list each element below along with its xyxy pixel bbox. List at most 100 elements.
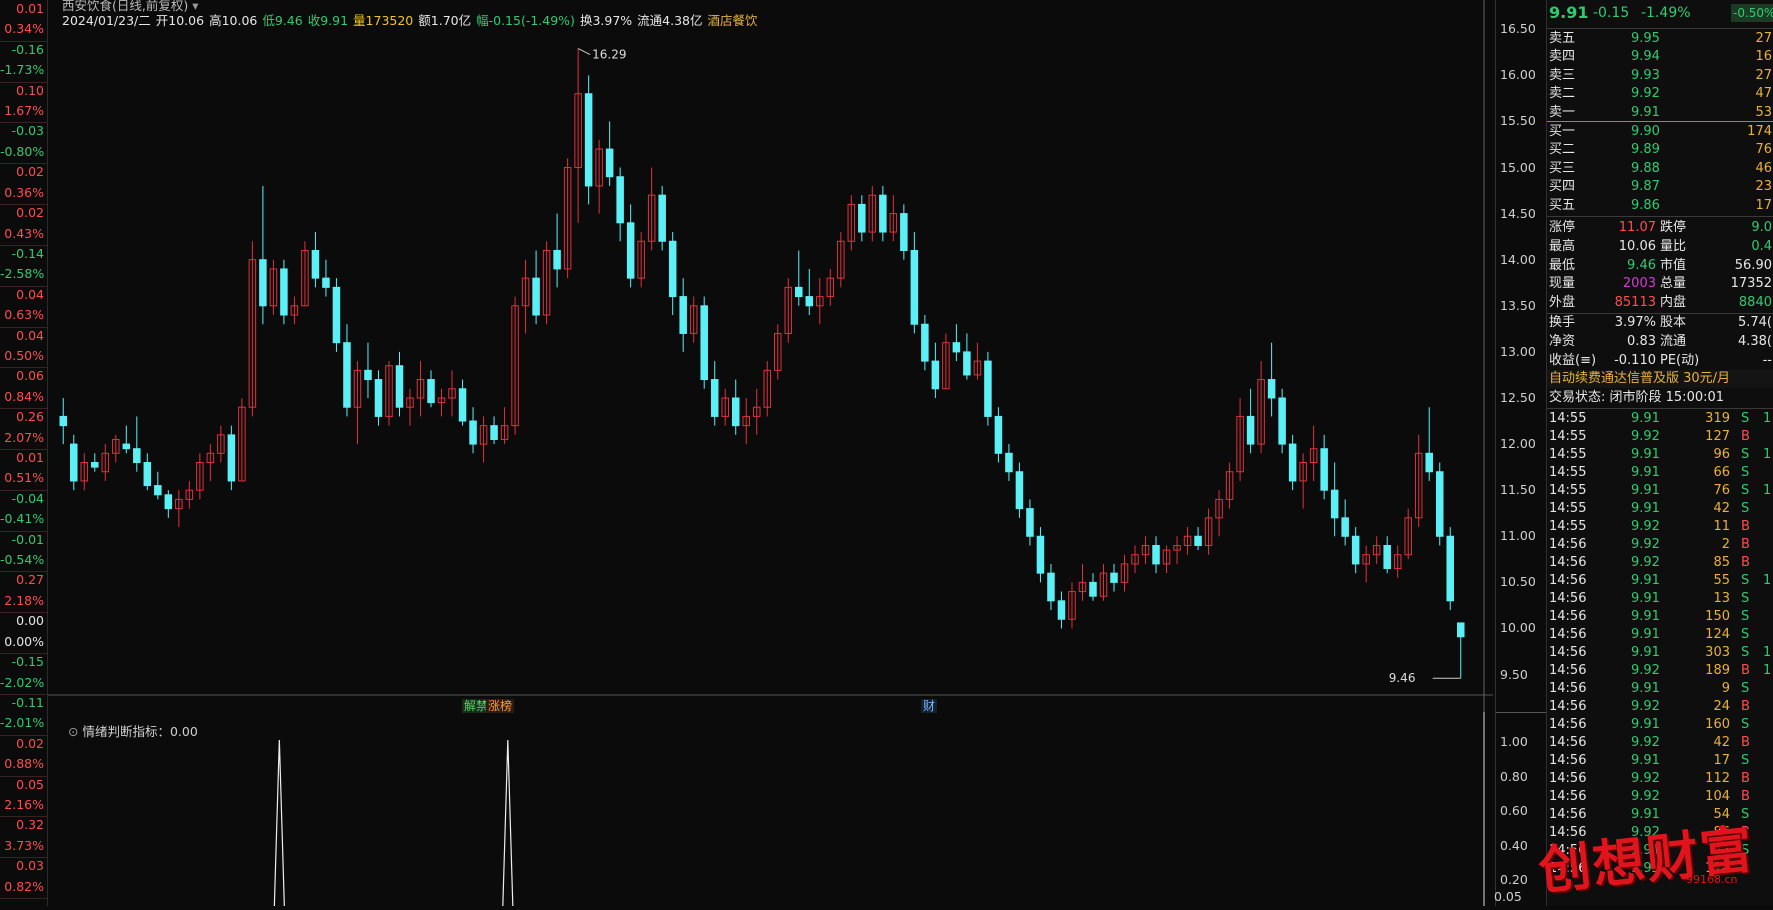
tick-row[interactable]: 14:55 9.92 11 B: [1547, 518, 1773, 536]
info-high: 高10.06: [209, 13, 258, 28]
ask-row[interactable]: 卖四 9.94 16: [1547, 48, 1773, 66]
tick-row[interactable]: 14:56 9.91 9 S: [1547, 680, 1773, 698]
tick-row[interactable]: 14:55 9.91 319 S 1: [1547, 410, 1773, 428]
candle: [605, 148, 614, 178]
change-cell: -2.02%: [0, 674, 45, 690]
collapse-icon[interactable]: ⊙: [68, 724, 78, 739]
candle: [952, 342, 961, 353]
price-change: -0.15: [1593, 5, 1630, 21]
tick-volume: 2: [1721, 537, 1730, 552]
bid-row[interactable]: 买一 9.90 174: [1547, 123, 1773, 141]
stat-row[interactable]: 涨停 11.07 跌停 9.0: [1547, 219, 1773, 237]
tick-row[interactable]: 14:55 9.92 127 B: [1547, 428, 1773, 446]
ask-row[interactable]: 卖三 9.93 27: [1547, 67, 1773, 85]
tick-row[interactable]: 14:56 9.91 303 S 1: [1547, 644, 1773, 662]
candle: [133, 448, 141, 464]
tick-row[interactable]: 14:56 9.92 85 B: [1547, 554, 1773, 572]
change-cell: -2.01%: [0, 715, 45, 731]
tick-row[interactable]: 14:56 9.92 104 B: [1547, 788, 1773, 806]
candle: [1110, 572, 1118, 583]
quote-header: 9.91 -0.15 -1.49% -0.50%: [1547, 4, 1773, 26]
bid-row[interactable]: 买二 9.89 76: [1547, 141, 1773, 159]
promo-text[interactable]: 自动续费通达信普及版 30元/月: [1549, 370, 1730, 388]
change-cell: 0.50%: [4, 347, 44, 363]
candle: [458, 388, 467, 422]
stat-value: 10.06: [1618, 238, 1656, 254]
candle: [795, 286, 803, 298]
tick-time: 14:55: [1549, 483, 1587, 498]
kline-chart[interactable]: 16.29 9.46: [48, 0, 1493, 907]
tick-volume: 76: [1713, 483, 1730, 498]
tick-count: 1: [1763, 573, 1772, 588]
candle: [343, 342, 351, 408]
stat-value: 5.74(: [1737, 315, 1772, 330]
ask-price: 9.94: [1631, 49, 1660, 65]
tick-row[interactable]: 14:56 9.92 189 B 1: [1547, 662, 1773, 680]
candle: [70, 443, 78, 482]
earnings-flag[interactable]: 财: [921, 699, 938, 713]
tick-row[interactable]: 14:56 9.91 13 S: [1547, 590, 1773, 608]
bid-row[interactable]: 买五 9.86 17: [1547, 197, 1773, 215]
tick-row[interactable]: 14:56 9.91 124 S: [1547, 626, 1773, 644]
tick-row[interactable]: 14:56 9.91 55 S 1: [1547, 572, 1773, 590]
ask-volume: 53: [1755, 104, 1772, 120]
change-cell: -0.03: [11, 123, 44, 139]
change-cell: 0.02: [16, 735, 44, 751]
stat-key: 股本: [1660, 315, 1687, 330]
sub-indicator-title: ⊙ 情绪判断指标：0.00: [68, 721, 198, 740]
ask-price: 9.95: [1631, 31, 1660, 46]
stat-row[interactable]: 换手 3.97% 股本 5.74(: [1547, 314, 1773, 332]
tick-row[interactable]: 14:56 9.92 42 B: [1547, 734, 1773, 752]
stat-row[interactable]: 最高 10.06 量比 0.4: [1547, 238, 1773, 256]
tick-row[interactable]: 14:56 9.91 160 S: [1547, 716, 1773, 734]
bid-row[interactable]: 买四 9.87 23: [1547, 178, 1773, 196]
candle: [626, 222, 635, 279]
tick-volume: 85: [1713, 555, 1730, 570]
tick-row[interactable]: 14:56 9.91 150 S: [1547, 608, 1773, 626]
tick-row[interactable]: 14:55 9.91 66 S: [1547, 464, 1773, 482]
tick-row[interactable]: 14:55 9.91 96 S 1: [1547, 446, 1773, 464]
tick-volume: 150: [1705, 609, 1730, 624]
tick-side: S: [1741, 753, 1750, 768]
change-cell: 0.84%: [4, 388, 44, 404]
tick-time: 14:55: [1549, 429, 1587, 444]
change-cell: 0.32: [16, 817, 44, 833]
bid-row[interactable]: 买三 9.88 46: [1547, 160, 1773, 178]
tick-time: 14:56: [1549, 555, 1587, 570]
tick-time: 14:56: [1549, 645, 1587, 660]
stat-key: 市值: [1660, 257, 1687, 273]
info-change: 幅-0.15(-1.49%): [476, 13, 575, 28]
indicator-tick: 0.60: [1500, 803, 1528, 818]
tick-row[interactable]: 14:56 9.92 24 B: [1547, 698, 1773, 716]
tick-side: B: [1741, 735, 1750, 750]
tick-count: 1: [1763, 645, 1772, 660]
ask-label: 卖一: [1549, 104, 1576, 120]
tick-row[interactable]: 14:55 9.91 42 S: [1547, 500, 1773, 518]
stat-row[interactable]: 净资 0.83 流通 4.38(: [1547, 333, 1773, 351]
tick-price: 9.91: [1631, 501, 1660, 516]
tick-row[interactable]: 14:56 9.91 17 S: [1547, 752, 1773, 770]
candle: [731, 397, 740, 427]
stat-row[interactable]: 收益(≡) -0.110 PE(动) --: [1547, 352, 1773, 370]
stat-row[interactable]: 最低 9.46 市值 56.90: [1547, 257, 1773, 275]
tick-row[interactable]: 14:56 9.92 2 B: [1547, 536, 1773, 554]
tick-row[interactable]: 14:56 9.92 112 B: [1547, 770, 1773, 788]
tick-row[interactable]: 14:55 9.91 76 S 1: [1547, 482, 1773, 500]
info-amount: 额1.70亿: [418, 13, 472, 28]
change-cell: -2.58%: [0, 266, 45, 282]
stat-row[interactable]: 现量 2003 总量 17352: [1547, 275, 1773, 293]
ask-row[interactable]: 卖一 9.91 53: [1547, 104, 1773, 122]
promo-row[interactable]: 自动续费通达信普及版 30元/月: [1547, 370, 1773, 388]
kline-chart-area[interactable]: 16.29 9.46: [48, 0, 1493, 907]
candle: [931, 360, 940, 390]
candle: [122, 443, 131, 450]
rank-flag[interactable]: 涨榜: [486, 699, 515, 713]
ask-row[interactable]: 卖二 9.92 47: [1547, 85, 1773, 103]
info-sector[interactable]: 酒店餐饮: [708, 13, 758, 28]
indicator-spike: [502, 739, 514, 907]
candle: [1089, 581, 1097, 597]
ask-row[interactable]: 卖五 9.95 27: [1547, 30, 1773, 48]
tick-side: S: [1741, 483, 1750, 498]
tick-time: 14:56: [1549, 771, 1587, 786]
stat-row[interactable]: 外盘 85113 内盘 8840: [1547, 294, 1773, 312]
